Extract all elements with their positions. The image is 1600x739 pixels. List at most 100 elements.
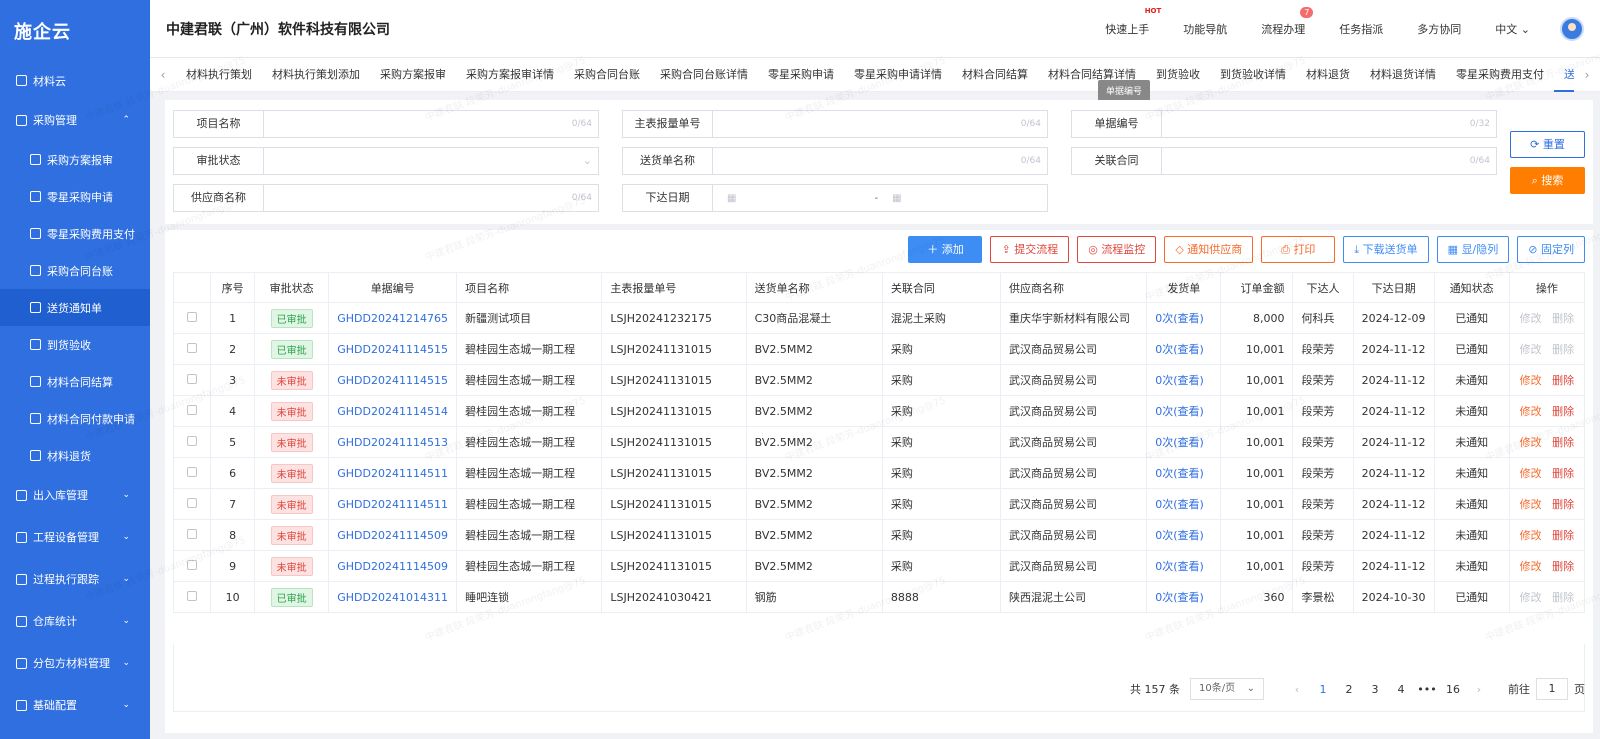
next-page-icon[interactable]: ›	[1467, 683, 1491, 696]
sidebar-item-4[interactable]: 零星采购费用支付	[0, 215, 150, 252]
ship-link[interactable]: 0次(查看)	[1155, 591, 1204, 604]
ship-link[interactable]: 0次(查看)	[1155, 343, 1204, 356]
tab-2[interactable]: 采购方案报审	[370, 58, 456, 92]
row-checkbox-cell[interactable]	[172, 333, 212, 365]
ship-link[interactable]: 0次(查看)	[1155, 374, 1204, 387]
row-checkbox-cell[interactable]	[172, 395, 212, 427]
cell-ship[interactable]: 0次(查看)	[1146, 550, 1222, 582]
cell-ship[interactable]: 0次(查看)	[1146, 302, 1222, 334]
row-checkbox[interactable]	[187, 404, 198, 415]
sidebar-item-3[interactable]: 零星采购申请	[0, 178, 150, 215]
table-row[interactable]: 5 未审批 GHDD20241114513 碧桂园生态城一期工程 LSJH2024113…	[172, 426, 1586, 458]
sidebar-item-2[interactable]: 采购方案报审	[0, 141, 150, 178]
delete-button[interactable]: 删除	[1552, 374, 1574, 387]
tab-12[interactable]: 材料退货	[1296, 58, 1360, 92]
sidebar-item-0[interactable]: 材料云	[0, 62, 150, 99]
delete-button[interactable]: 删除	[1552, 467, 1574, 480]
cell-doc[interactable]: GHDD20241114514	[328, 395, 458, 427]
table-row[interactable]: 7 未审批 GHDD20241114511 碧桂园生态城一期工程 LSJH2024113…	[172, 488, 1586, 520]
tab-scroll-left-icon[interactable]: ‹	[150, 68, 176, 82]
doc-link[interactable]: GHDD20241114515	[337, 374, 448, 387]
cell-doc[interactable]: GHDD20241214765	[328, 302, 458, 334]
issue-date-range[interactable]: 下达日期 ▦ - ▦	[622, 184, 1048, 212]
delete-button[interactable]: 删除	[1552, 405, 1574, 418]
table-row[interactable]: 8 未审批 GHDD20241114509 碧桂园生态城一期工程 LSJH2024113…	[172, 519, 1586, 551]
submit-flow-button[interactable]: ⇪ 提交流程	[990, 236, 1070, 263]
edit-button[interactable]: 修改	[1520, 374, 1542, 387]
user-avatar[interactable]	[1560, 17, 1584, 41]
related-contract-field[interactable]: 关联合同 0/64	[1071, 147, 1497, 175]
row-checkbox[interactable]	[187, 497, 198, 508]
doc-link[interactable]: GHDD20241114511	[337, 498, 448, 511]
sidebar-item-11[interactable]: 出入库管理 ⌄	[0, 474, 150, 516]
tab-1[interactable]: 材料执行策划添加	[262, 58, 370, 92]
language-select[interactable]: 中文 ⌄	[1495, 21, 1530, 37]
sidebar-item-15[interactable]: 分包方材料管理 ⌄	[0, 642, 150, 684]
doc-link[interactable]: GHDD20241114514	[337, 405, 448, 418]
cell-doc[interactable]: GHDD20241114509	[328, 519, 458, 551]
tab-15[interactable]: 送货通知	[1554, 58, 1574, 92]
row-checkbox[interactable]	[187, 373, 198, 384]
delete-button[interactable]: 删除	[1552, 591, 1574, 604]
quick-start-link[interactable]: 快速上手 HOT	[1105, 7, 1161, 37]
tab-7[interactable]: 零星采购申请详情	[844, 58, 952, 92]
edit-button[interactable]: 修改	[1520, 312, 1542, 325]
doc-no-field[interactable]: 单据编号 0/32	[1071, 110, 1497, 138]
tab-13[interactable]: 材料退货详情	[1360, 58, 1446, 92]
row-checkbox-cell[interactable]	[172, 364, 212, 396]
tab-4[interactable]: 采购合同台账	[564, 58, 650, 92]
edit-button[interactable]: 修改	[1520, 560, 1542, 573]
delete-button[interactable]: 删除	[1552, 498, 1574, 511]
edit-button[interactable]: 修改	[1520, 591, 1542, 604]
sidebar-item-12[interactable]: 工程设备管理 ⌄	[0, 516, 150, 558]
row-checkbox[interactable]	[187, 435, 198, 446]
ship-link[interactable]: 0次(查看)	[1155, 467, 1204, 480]
row-checkbox-cell[interactable]	[172, 519, 212, 551]
row-checkbox[interactable]	[187, 559, 198, 570]
sidebar-item-7[interactable]: 到货验收	[0, 326, 150, 363]
tab-5[interactable]: 采购合同台账详情	[650, 58, 758, 92]
tab-14[interactable]: 零星采购费用支付	[1446, 58, 1554, 92]
process-handling-link[interactable]: 流程办理 7	[1261, 7, 1314, 37]
supplier-name-field[interactable]: 供应商名称 0/64	[173, 184, 599, 212]
add-button[interactable]: ＋ 添加	[908, 236, 983, 263]
delete-button[interactable]: 删除	[1552, 343, 1574, 356]
ship-link[interactable]: 0次(查看)	[1155, 405, 1204, 418]
cell-doc[interactable]: GHDD20241114509	[328, 550, 458, 582]
project-name-field[interactable]: 项目名称 0/64	[173, 110, 599, 138]
row-checkbox[interactable]	[187, 342, 198, 353]
sidebar-item-1[interactable]: 采购管理 ⌃	[0, 99, 150, 141]
page-number[interactable]: 4	[1389, 683, 1413, 696]
cell-ship[interactable]: 0次(查看)	[1146, 581, 1222, 613]
cell-ship[interactable]: 0次(查看)	[1146, 519, 1222, 551]
ship-link[interactable]: 0次(查看)	[1155, 560, 1204, 573]
sidebar-item-6[interactable]: 送货通知单	[0, 289, 150, 326]
notify-supplier-button[interactable]: ◇ 通知供应商	[1164, 236, 1254, 263]
cell-ship[interactable]: 0次(查看)	[1146, 488, 1222, 520]
ship-link[interactable]: 0次(查看)	[1155, 312, 1204, 325]
delete-button[interactable]: 删除	[1552, 529, 1574, 542]
goto-page-input[interactable]: 1	[1536, 678, 1568, 700]
row-checkbox-cell[interactable]	[172, 550, 212, 582]
tab-0[interactable]: 材料执行策划	[176, 58, 262, 92]
ship-link[interactable]: 0次(查看)	[1155, 436, 1204, 449]
doc-link[interactable]: GHDD20241114515	[337, 343, 448, 356]
cell-doc[interactable]: GHDD20241114515	[328, 364, 458, 396]
delete-button[interactable]: 删除	[1552, 312, 1574, 325]
delete-button[interactable]: 删除	[1552, 436, 1574, 449]
row-checkbox[interactable]	[187, 528, 198, 539]
approval-status-select[interactable]: 审批状态 ⌄	[173, 147, 599, 175]
row-checkbox-cell[interactable]	[172, 426, 212, 458]
edit-button[interactable]: 修改	[1520, 343, 1542, 356]
cell-ship[interactable]: 0次(查看)	[1146, 457, 1222, 489]
cell-ship[interactable]: 0次(查看)	[1146, 395, 1222, 427]
cell-ship[interactable]: 0次(查看)	[1146, 333, 1222, 365]
sidebar-item-14[interactable]: 仓库统计 ⌄	[0, 600, 150, 642]
row-checkbox[interactable]	[187, 311, 198, 322]
tab-6[interactable]: 零星采购申请	[758, 58, 844, 92]
row-checkbox-cell[interactable]	[172, 457, 212, 489]
page-size-select[interactable]: 10条/页 ⌄	[1190, 678, 1264, 700]
edit-button[interactable]: 修改	[1520, 436, 1542, 449]
ship-link[interactable]: 0次(查看)	[1155, 498, 1204, 511]
delivery-name-field[interactable]: 送货单名称 0/64	[622, 147, 1048, 175]
